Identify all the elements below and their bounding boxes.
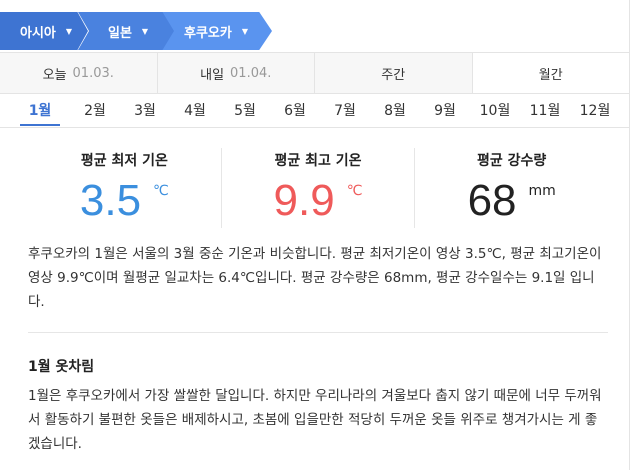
breadcrumb-country-label: 일본 xyxy=(108,25,132,41)
stat-rainfall-unit: mm xyxy=(528,183,556,199)
month-tabs: 1월 2월 3월 4월 5월 6월 7월 8월 9월 10월 11월 12월 xyxy=(20,96,620,126)
month-tab-9[interactable]: 9월 xyxy=(420,96,470,124)
clothing-text: 1월은 후쿠오카에서 가장 쌀쌀한 달입니다. 하지만 우리나라의 겨울보다 춥… xyxy=(28,388,602,452)
month-tab-4[interactable]: 4월 xyxy=(170,96,220,124)
weather-page: 후쿠오카 ▼ 일본 ▼ 아시아 ▼ 오늘 01.03. 내일 01.04. 주간… xyxy=(0,0,630,470)
divider xyxy=(0,127,629,128)
caret-down-icon: ▼ xyxy=(65,26,73,36)
tab-monthly-label: 월간 xyxy=(538,67,563,83)
month-tab-1[interactable]: 1월 xyxy=(20,96,60,126)
stat-max-temp-unit: ℃ xyxy=(346,183,363,199)
tab-monthly[interactable]: 월간 xyxy=(472,53,629,93)
stat-max-temp-value: 9.9 xyxy=(273,176,335,225)
caret-down-icon: ▼ xyxy=(141,26,149,36)
month-tab-12[interactable]: 12월 xyxy=(570,96,620,124)
stat-min-temp-title: 평균 최저 기온 xyxy=(80,153,168,169)
tab-tomorrow[interactable]: 내일 01.04. xyxy=(158,53,315,93)
climate-description: 후쿠오카의 1월은 서울의 3월 중순 기온과 비슷합니다. 평균 최저기온이 … xyxy=(28,246,602,310)
tab-today-label: 오늘 xyxy=(42,67,67,83)
month-tab-10[interactable]: 10월 xyxy=(470,96,520,124)
tab-weekly[interactable]: 주간 xyxy=(315,53,473,93)
stat-rainfall: 평균 강수량 68 mm xyxy=(414,148,608,228)
month-tab-8[interactable]: 8월 xyxy=(370,96,420,124)
stat-min-temp-value: 3.5 xyxy=(79,176,142,225)
month-tab-5[interactable]: 5월 xyxy=(220,96,270,124)
stat-min-temp: 평균 최저 기온 3.5 ℃ xyxy=(28,148,221,228)
month-tab-11[interactable]: 11월 xyxy=(520,96,570,124)
breadcrumb-country[interactable]: 일본 ▼ xyxy=(78,12,174,50)
tab-today-date: 01.03. xyxy=(72,65,114,81)
caret-down-icon: ▼ xyxy=(241,26,248,36)
month-tab-7[interactable]: 7월 xyxy=(320,96,370,124)
day-tabs: 오늘 01.03. 내일 01.04. 주간 월간 xyxy=(0,52,629,94)
tab-weekly-label: 주간 xyxy=(381,67,406,83)
month-tab-6[interactable]: 6월 xyxy=(270,96,320,124)
breadcrumb-region[interactable]: 아시아 ▼ xyxy=(0,12,88,50)
stat-max-temp: 평균 최고 기온 9.9 ℃ xyxy=(220,148,415,228)
tab-today[interactable]: 오늘 01.03. xyxy=(0,53,158,93)
tab-tomorrow-label: 내일 xyxy=(200,67,225,83)
breadcrumb-region-label: 아시아 xyxy=(20,25,56,41)
stat-rainfall-title: 평균 강수량 xyxy=(477,153,547,169)
climate-stats: 평균 최저 기온 3.5 ℃ 평균 최고 기온 9.9 ℃ 평균 강수량 68 mm xyxy=(28,148,608,228)
stat-min-temp-unit: ℃ xyxy=(153,183,169,199)
stat-rainfall-value: 68 xyxy=(467,176,517,225)
divider xyxy=(28,332,608,333)
month-tab-2[interactable]: 2월 xyxy=(70,96,120,124)
clothing-title: 1월 옷차림 xyxy=(28,359,95,375)
month-tab-3[interactable]: 3월 xyxy=(120,96,170,124)
tab-tomorrow-date: 01.04. xyxy=(230,65,272,81)
breadcrumb-city-label: 후쿠오카 xyxy=(184,25,232,41)
breadcrumb: 후쿠오카 ▼ 일본 ▼ 아시아 ▼ xyxy=(0,12,280,50)
stat-max-temp-title: 평균 최고 기온 xyxy=(274,153,362,169)
